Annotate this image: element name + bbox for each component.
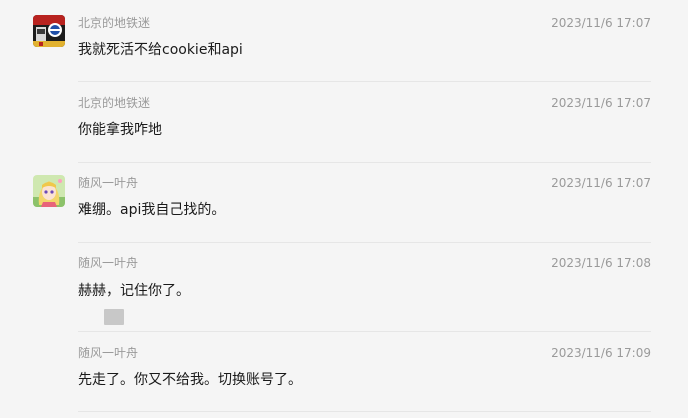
chat-message[interactable]: 北京的地铁迷 2023/11/6 17:07 你能拿我咋地: [0, 82, 688, 163]
message-timestamp: 2023/11/6 17:07: [551, 16, 651, 30]
sender-name[interactable]: 北京的地铁迷: [78, 16, 150, 30]
chat-message[interactable]: 随风一叶舟 2023/11/6 17:07 难绷。api我自己找的。: [0, 162, 688, 243]
image-thumbnail-icon[interactable]: [104, 309, 124, 325]
message-text[interactable]: 赫赫，记住你了。: [78, 282, 190, 300]
message-timestamp: 2023/11/6 17:08: [551, 256, 651, 270]
sender-name[interactable]: 随风一叶舟: [78, 346, 138, 360]
chat-message[interactable]: 北京的地铁迷 2023/11/6 17:07 我就死活不给cookie和api: [0, 0, 688, 82]
chat-message[interactable]: 随风一叶舟 2023/11/6 17:09 先走了。你又不给我。切换账号了。: [0, 332, 688, 418]
message-timestamp: 2023/11/6 17:07: [551, 96, 651, 110]
message-text[interactable]: 难绷。api我自己找的。: [78, 201, 225, 219]
chat-message[interactable]: 随风一叶舟 2023/11/6 17:08 赫赫，记住你了。: [0, 242, 688, 332]
message-divider: [78, 411, 651, 412]
message-timestamp: 2023/11/6 17:09: [551, 346, 651, 360]
anime-girl-avatar-icon[interactable]: [33, 175, 65, 207]
message-text[interactable]: 我就死活不给cookie和api: [78, 41, 243, 59]
metro-avatar-icon[interactable]: [33, 15, 65, 47]
sender-name[interactable]: 随风一叶舟: [78, 176, 138, 190]
sender-name[interactable]: 随风一叶舟: [78, 256, 138, 270]
message-text[interactable]: 先走了。你又不给我。切换账号了。: [78, 371, 302, 389]
sender-name[interactable]: 北京的地铁迷: [78, 96, 150, 110]
message-timestamp: 2023/11/6 17:07: [551, 176, 651, 190]
message-text[interactable]: 你能拿我咋地: [78, 121, 162, 139]
